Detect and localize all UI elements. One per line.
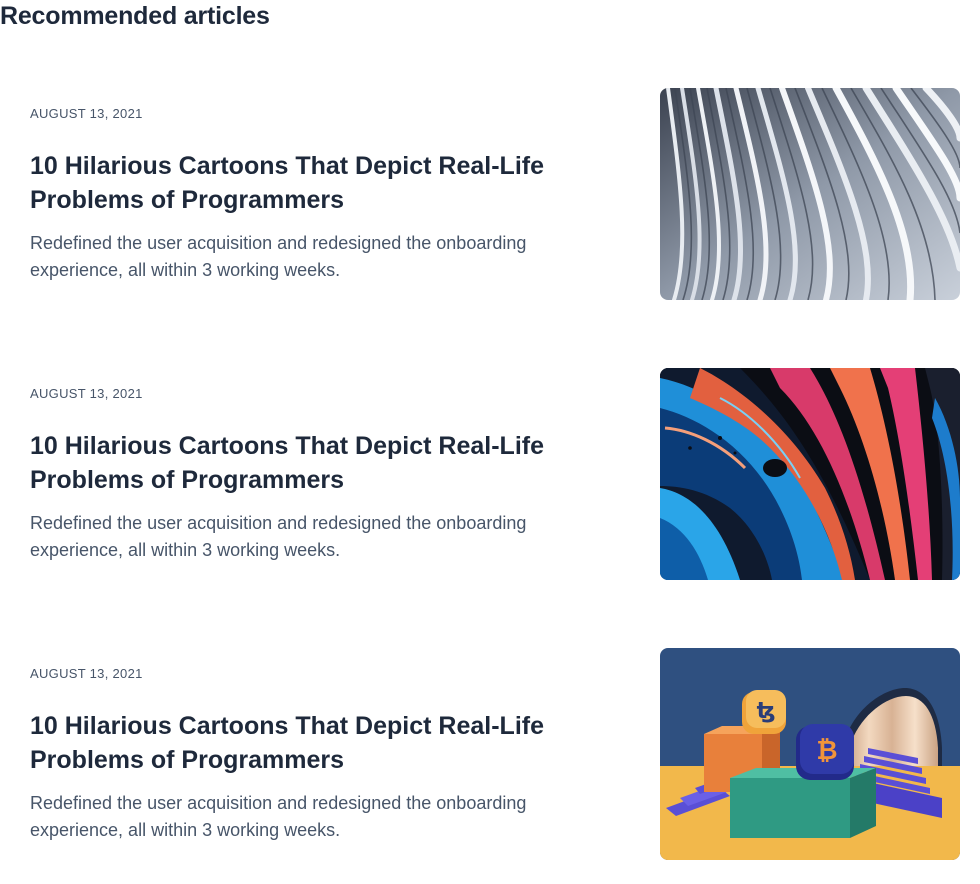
article-description: Redefined the user acquisition and redes… (30, 233, 527, 280)
article-thumbnail[interactable] (660, 368, 960, 580)
article-date: AUGUST 13, 2021 (30, 106, 143, 121)
article-card[interactable]: AUGUST 13, 2021 10 Hilarious Cartoons Th… (0, 88, 980, 300)
svg-text:₿: ₿ (816, 736, 837, 766)
article-title[interactable]: 10 Hilarious Cartoons That Depict Real-L… (30, 709, 620, 777)
section-title: Recommended articles (0, 2, 270, 30)
article-date: AUGUST 13, 2021 (30, 666, 143, 681)
article-title[interactable]: 10 Hilarious Cartoons That Depict Real-L… (30, 429, 620, 497)
article-card[interactable]: AUGUST 13, 2021 10 Hilarious Cartoons Th… (0, 648, 980, 860)
svg-text:ꜩ: ꜩ (757, 699, 776, 724)
article-thumbnail[interactable]: ꜩ ₿ (660, 648, 960, 860)
crypto-render-image: ꜩ ₿ (660, 648, 960, 860)
fluid-paint-image (660, 368, 960, 580)
article-description: Redefined the user acquisition and redes… (30, 513, 527, 560)
article-description: Redefined the user acquisition and redes… (30, 793, 527, 840)
architecture-image (660, 88, 960, 300)
article-title[interactable]: 10 Hilarious Cartoons That Depict Real-L… (30, 149, 620, 217)
article-thumbnail[interactable] (660, 88, 960, 300)
article-card[interactable]: AUGUST 13, 2021 10 Hilarious Cartoons Th… (0, 368, 980, 580)
article-date: AUGUST 13, 2021 (30, 386, 143, 401)
